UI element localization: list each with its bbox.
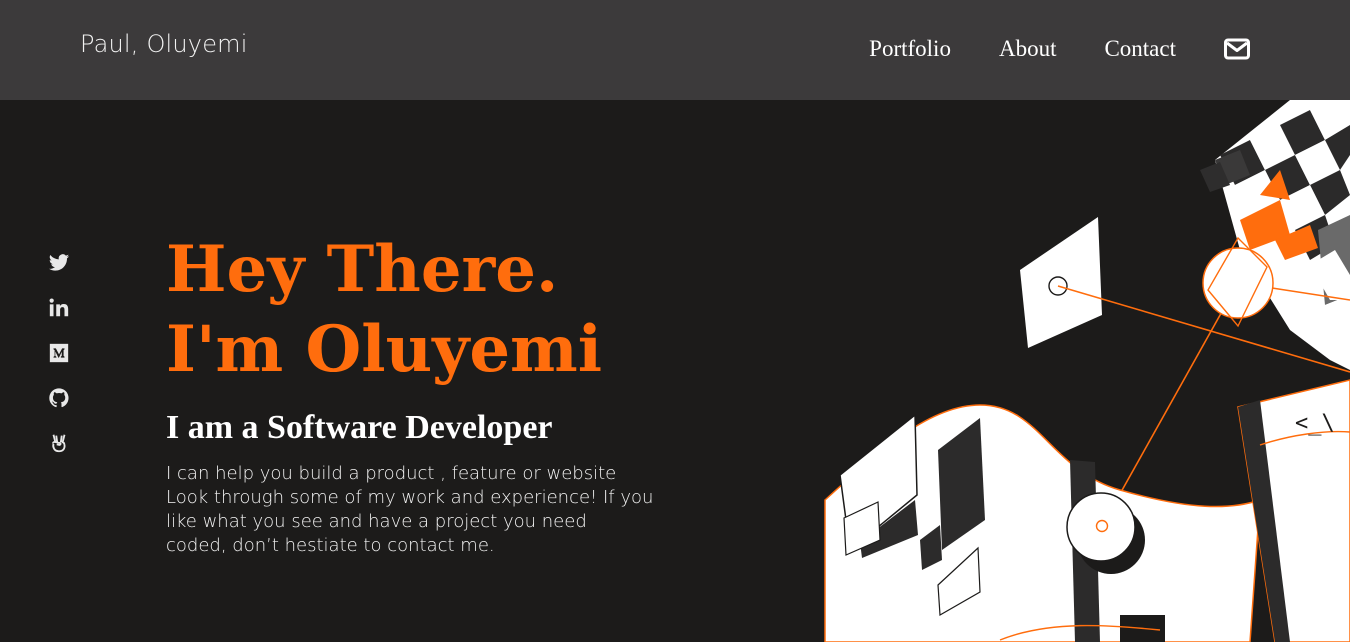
social-links	[48, 252, 72, 477]
nav-portfolio[interactable]: Portfolio	[869, 36, 951, 62]
hero-description-line: like what you see and have a project you…	[166, 511, 587, 532]
hero-description-line: Look through some of my work and experie…	[166, 487, 654, 508]
hero-section: Hey There. I'm Oluyemi I am a Software D…	[0, 100, 1350, 642]
linkedin-icon	[49, 298, 69, 317]
code-panel: <_\	[1237, 379, 1350, 642]
hero-description-line: I can help you build a product , feature…	[166, 463, 617, 484]
brand-logo[interactable]: Paul, Oluyemi	[80, 30, 248, 58]
angellist-icon	[52, 434, 66, 453]
checkered-ribbon	[1200, 100, 1350, 370]
site-header: Paul, Oluyemi Portfolio About Contact	[0, 0, 1350, 100]
medium-icon	[49, 343, 69, 363]
hero-illustration: <_\	[824, 100, 1350, 642]
twitter-link[interactable]	[48, 252, 70, 274]
nav-contact[interactable]: Contact	[1104, 36, 1176, 62]
github-link[interactable]	[48, 387, 70, 409]
linkedin-link[interactable]	[48, 297, 70, 319]
floating-card	[1020, 217, 1102, 348]
wavy-ribbon	[824, 404, 1261, 642]
main-nav: Portfolio About Contact	[821, 36, 1250, 62]
envelope-icon[interactable]	[1224, 38, 1250, 60]
hero-description: I can help you build a product , feature…	[166, 462, 676, 558]
angellist-link[interactable]	[48, 432, 70, 454]
hero-subtitle: I am a Software Developer	[166, 409, 553, 446]
code-text: <_\	[1295, 411, 1335, 436]
medium-link[interactable]	[48, 342, 70, 364]
hero-title-line-1: Hey There.	[166, 232, 559, 307]
nav-about[interactable]: About	[999, 36, 1057, 62]
hero-description-line: coded, don’t hestiate to contact me.	[166, 535, 495, 556]
hero-title: Hey There. I'm Oluyemi	[166, 230, 602, 390]
hero-title-line-2: I'm Oluyemi	[166, 312, 603, 387]
github-icon	[49, 388, 69, 408]
twitter-icon	[48, 254, 70, 271]
